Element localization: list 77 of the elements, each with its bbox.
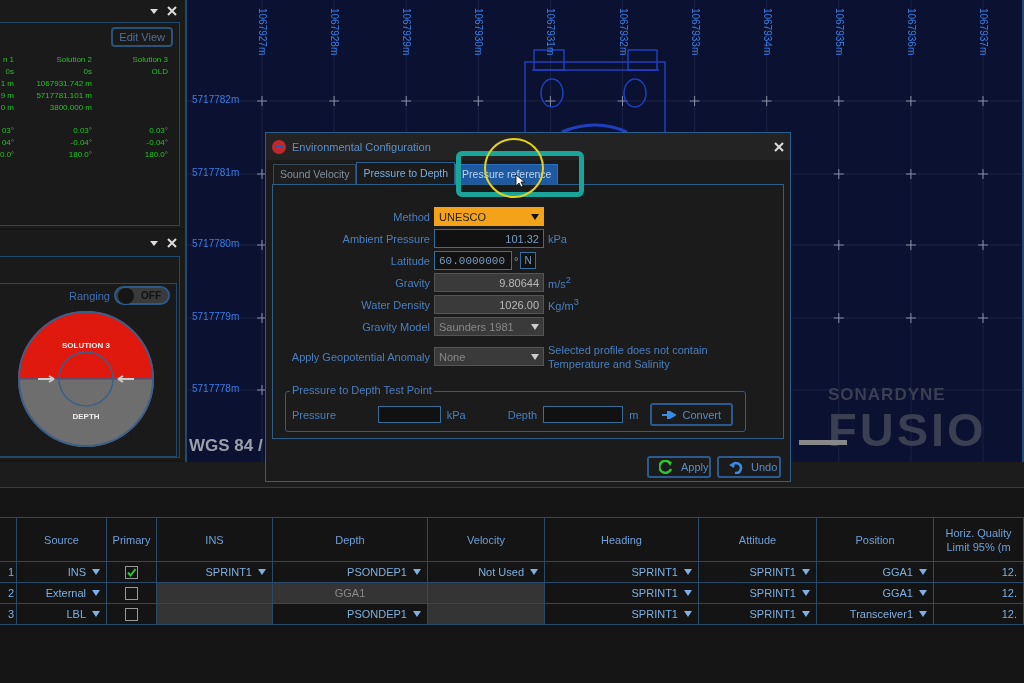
- solution-value: 180.0°: [143, 150, 168, 159]
- northing-label: 5717778m: [192, 383, 240, 394]
- table-cell: 12.: [934, 562, 1024, 583]
- column-header: Primary: [107, 518, 157, 562]
- readonly-field: 9.80644: [434, 273, 544, 292]
- field-label: Latitude: [389, 254, 430, 267]
- column-header: n 1: [1, 55, 14, 64]
- solution-value: 5717781.101 m: [35, 91, 92, 100]
- northing-label: 5717779m: [192, 311, 240, 322]
- unit-label: m: [629, 408, 639, 421]
- solution-value: 1067931.742 m: [35, 79, 92, 88]
- solution-value: 0s: [82, 67, 92, 76]
- field-label: Apply Geopotential Anomaly: [290, 350, 430, 363]
- gauge-label: SOLUTION 3: [62, 341, 110, 350]
- easting-label: 1067933m: [688, 8, 701, 56]
- solution-value: 1 m: [0, 79, 14, 88]
- row-number: 3: [0, 604, 17, 625]
- unit-label: kPa: [446, 408, 466, 421]
- solution-value: 0.0°: [0, 150, 14, 159]
- northing-label: 5717782m: [192, 94, 240, 105]
- column-header: Heading: [545, 518, 699, 562]
- table-cell: GGA1: [273, 583, 428, 604]
- easting-label: 1067937m: [977, 8, 989, 56]
- easting-label: 1067936m: [904, 8, 917, 56]
- solution-value: 3800.000 m: [48, 103, 92, 112]
- easting-label: 1067928m: [328, 8, 341, 56]
- column-header: Solution 3: [131, 55, 168, 64]
- readonly-field: 1026.00: [434, 295, 544, 314]
- solution-value: OLD: [150, 67, 168, 76]
- easting-label: 1067927m: [256, 8, 268, 56]
- solution-value: 0 m: [0, 103, 14, 112]
- column-header: Depth: [273, 518, 428, 562]
- easting-label: 1067931m: [544, 8, 557, 56]
- solution-value: -0.04°: [145, 138, 168, 147]
- easting-label: 1067932m: [616, 8, 629, 56]
- field-label: Pressure: [292, 408, 337, 421]
- solution-value: 0.03°: [72, 126, 92, 135]
- column-header: Attitude: [699, 518, 817, 562]
- unit-label: Kg/m$^{3}$: [548, 297, 580, 312]
- coordinate-system-label: WGS 84 /: [189, 436, 263, 456]
- easting-label: 1067935m: [832, 8, 845, 56]
- solution-value: 9 m: [0, 91, 14, 100]
- northing-label: 5717781m: [192, 167, 240, 178]
- dialog-title: Environmental Configuration: [292, 140, 432, 153]
- solution-value: 03°: [0, 126, 14, 135]
- unit-label: kPa: [548, 232, 568, 245]
- gauge-label: DEPTH: [72, 412, 100, 421]
- group-legend: Pressure to Depth Test Point: [290, 384, 434, 396]
- table-cell: 12.: [934, 604, 1024, 625]
- solution-value: 180.0°: [67, 150, 92, 159]
- column-header: Position: [817, 518, 934, 562]
- column-header: INS: [157, 518, 273, 562]
- warning-text: Selected profile does not contain Temperature and Salinity: [548, 343, 709, 371]
- solution-value: -0.04°: [69, 138, 92, 147]
- easting-label: 1067934m: [760, 8, 773, 56]
- column-header: Horiz. Quality Limit 95% (m: [934, 518, 1024, 562]
- field-label: Gravity Model: [361, 320, 430, 333]
- solution-value: 0s: [4, 67, 14, 76]
- column-header: Source: [17, 518, 107, 562]
- solution-value: 04°: [0, 138, 14, 147]
- solution-value: 0.03°: [148, 126, 168, 135]
- table-cell: 12.: [934, 583, 1024, 604]
- unit-label: °: [514, 254, 519, 267]
- column-header: Solution 2: [55, 55, 92, 64]
- easting-label: 1067929m: [400, 8, 413, 56]
- row-number: 2: [0, 583, 17, 604]
- field-label: Water Density: [360, 298, 430, 311]
- ranging-label: Ranging: [69, 289, 110, 302]
- unit-label: m/s$^{2}$: [548, 275, 572, 290]
- field-label: Depth: [507, 408, 538, 421]
- northing-label: 5717780m: [192, 238, 240, 249]
- easting-label: 1067930m: [472, 8, 485, 56]
- row-number: 1: [0, 562, 17, 583]
- column-header: Velocity: [428, 518, 545, 562]
- field-label: Method: [392, 210, 430, 223]
- field-label: Ambient Pressure: [341, 232, 430, 245]
- field-label: Gravity: [394, 276, 430, 289]
